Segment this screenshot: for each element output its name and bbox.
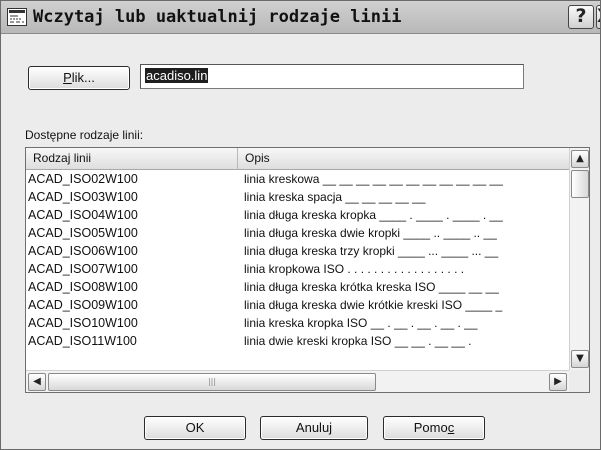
list-row[interactable]: ACAD_ISO11W100 linia dwie kreski kropka …	[26, 333, 569, 351]
scroll-up-arrow-icon[interactable]: ▲	[571, 150, 589, 168]
file-name-field[interactable]: acadiso.lin	[140, 64, 524, 89]
window-app-icon	[7, 8, 27, 26]
list-row[interactable]: ACAD_ISO02W100 linia kreskowa __ __ __ _…	[26, 171, 569, 189]
row-name: ACAD_ISO11W100	[28, 334, 137, 348]
row-description: linia kreskowa __ __ __ __ __ __ __ __ _…	[244, 172, 503, 186]
row-description: linia długa kreska trzy kropki ____ ... …	[244, 244, 499, 258]
list-row[interactable]: ACAD_ISO04W100 linia długa kreska kropka…	[26, 207, 569, 225]
column-header-description[interactable]: Opis	[238, 148, 569, 170]
vertical-scroll-thumb[interactable]	[571, 170, 589, 198]
list-row[interactable]: ACAD_ISO06W100 linia długa kreska trzy k…	[26, 243, 569, 261]
list-row[interactable]: ACAD_ISO09W100 linia długa kreska dwie k…	[26, 297, 569, 315]
list-body: ACAD_ISO02W100 linia kreskowa __ __ __ _…	[26, 171, 569, 370]
row-name: ACAD_ISO08W100	[28, 280, 138, 294]
row-name: ACAD_ISO06W100	[28, 244, 138, 258]
title-bar[interactable]: Wczytaj lub uaktualnij rodzaje linii ? X	[1, 1, 600, 34]
row-name: ACAD_ISO04W100	[28, 208, 138, 222]
file-button-label: Plik...	[63, 70, 95, 85]
scrollbar-corner	[569, 370, 589, 392]
row-name: ACAD_ISO03W100	[28, 190, 138, 204]
cancel-button[interactable]: Anuluj	[260, 416, 368, 440]
window-title: Wczytaj lub uaktualnij rodzaje linii	[33, 7, 402, 27]
help-button[interactable]: Pomoc	[383, 416, 485, 440]
help-icon[interactable]: ?	[568, 5, 594, 29]
column-header-name[interactable]: Rodzaj linii	[26, 148, 238, 170]
row-name: ACAD_ISO02W100	[28, 172, 138, 186]
row-name: ACAD_ISO09W100	[28, 298, 138, 312]
row-description: linia długa kreska kropka ____ . ____ . …	[244, 208, 503, 222]
list-row[interactable]: ACAD_ISO10W100 linia kreska kropka ISO _…	[26, 315, 569, 333]
scroll-down-arrow-icon[interactable]: ▼	[571, 350, 589, 368]
vertical-scrollbar[interactable]: ▲ ▼	[569, 148, 589, 370]
list-caption: Dostępne rodzaje linii:	[25, 128, 144, 142]
row-description: linia długa kreska dwie krótkie kreski I…	[244, 298, 503, 312]
row-description: linia długa kreska krótka kreska ISO ___…	[244, 280, 499, 294]
list-row[interactable]: ACAD_ISO07W100 linia kropkowa ISO . . . …	[26, 261, 569, 279]
ok-button[interactable]: OK	[144, 416, 246, 440]
row-description: linia dwie kreski kropka ISO __ __ . __ …	[244, 334, 472, 348]
list-header: Rodzaj linii Opis	[26, 148, 569, 170]
horizontal-scrollbar[interactable]: ◀ ||| ▶	[26, 370, 569, 392]
file-name-value: acadiso.lin	[145, 68, 209, 83]
row-name: ACAD_ISO07W100	[28, 262, 138, 276]
file-button[interactable]: Plik...	[28, 66, 130, 90]
row-name: ACAD_ISO05W100	[28, 226, 138, 240]
list-row[interactable]: ACAD_ISO08W100 linia długa kreska krótka…	[26, 279, 569, 297]
row-description: linia kreska kropka ISO __ . __ . __ . _…	[244, 316, 478, 330]
list-row[interactable]: ACAD_ISO05W100 linia długa kreska dwie k…	[26, 225, 569, 243]
row-description: linia kropkowa ISO . . . . . . . . . . .…	[244, 262, 465, 276]
list-row[interactable]: ACAD_ISO03W100 linia kreska spacja __ __…	[26, 189, 569, 207]
close-icon[interactable]: X	[596, 5, 600, 29]
scroll-right-arrow-icon[interactable]: ▶	[549, 373, 567, 391]
row-description: linia długa kreska dwie kropki ____ .. _…	[244, 226, 497, 240]
dialog-window: Wczytaj lub uaktualnij rodzaje linii ? X…	[0, 0, 601, 450]
linetype-list[interactable]: Rodzaj linii Opis ACAD_ISO02W100 linia k…	[25, 147, 590, 393]
scroll-left-arrow-icon[interactable]: ◀	[28, 373, 46, 391]
help-button-label: Pomoc	[413, 420, 455, 435]
row-description: linia kreska spacja __ __ __ __ __	[244, 190, 426, 204]
horizontal-scroll-thumb[interactable]: |||	[48, 373, 376, 391]
row-name: ACAD_ISO10W100	[28, 316, 138, 330]
